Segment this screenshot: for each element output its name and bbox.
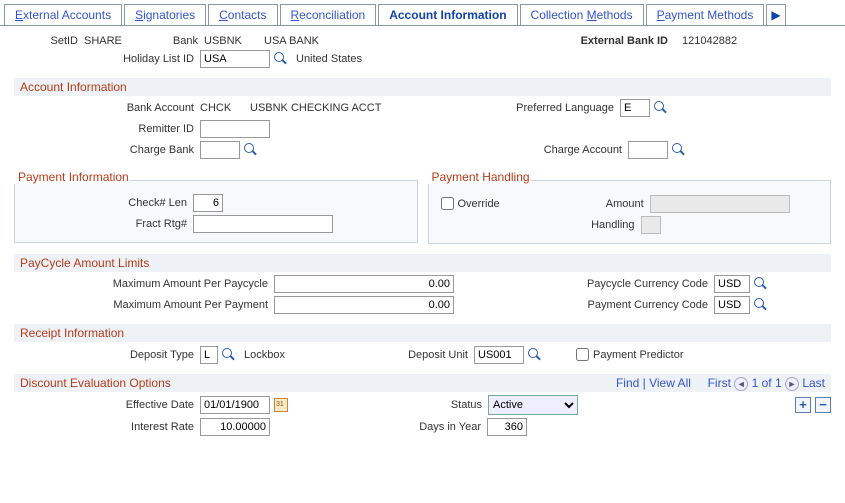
group-payment-information-title: Payment Information [14, 170, 129, 184]
section-receipt-information: Receipt Information [14, 324, 831, 342]
status-select[interactable]: Active [488, 395, 578, 415]
charge-bank-label: Charge Bank [14, 144, 200, 156]
setid-value: SHARE [84, 35, 164, 47]
find-link[interactable]: Find [616, 376, 639, 390]
group-payment-information: Check# Len Fract Rtg# [14, 180, 418, 243]
view-all-link[interactable]: View All [649, 376, 691, 390]
tab-account-information[interactable]: Account Information [378, 4, 517, 25]
remitter-id-input[interactable] [200, 120, 270, 138]
paycycle-currency-label: Paycycle Currency Code [454, 278, 714, 290]
tab-scroll-right-icon[interactable]: ▶ [766, 4, 785, 25]
payment-currency-label: Payment Currency Code [454, 299, 714, 311]
holiday-list-id-lookup-icon[interactable] [274, 52, 288, 66]
interest-rate-label: Interest Rate [14, 421, 200, 433]
preferred-language-input[interactable] [620, 99, 650, 117]
handling-label: Handling [437, 219, 641, 231]
override-checkbox[interactable] [441, 197, 454, 210]
tab-strip: External Accounts Signatories Contacts R… [0, 0, 845, 26]
holiday-list-id-input[interactable] [200, 50, 270, 68]
deposit-unit-label: Deposit Unit [394, 349, 474, 361]
group-payment-handling: Override Amount Handling [428, 180, 832, 244]
prev-row-icon[interactable]: ◄ [734, 377, 748, 391]
remitter-id-label: Remitter ID [14, 123, 200, 135]
payment-currency-input[interactable] [714, 296, 750, 314]
days-in-year-input[interactable] [487, 418, 527, 436]
charge-account-label: Charge Account [258, 144, 628, 156]
effective-date-input[interactable] [200, 396, 270, 414]
section-discount-evaluation: Discount Evaluation Options Find | View … [14, 374, 831, 392]
external-bank-id-label: External Bank ID [464, 35, 674, 47]
deposit-type-desc: Lockbox [244, 349, 394, 361]
tab-contacts[interactable]: Contacts [208, 4, 277, 25]
discount-title-text: Discount Evaluation Options [20, 376, 171, 390]
bank-account-name: USBNK CHECKING ACCT [250, 102, 450, 114]
first-label: First [708, 376, 731, 390]
holiday-list-id-label: Holiday List ID [14, 53, 200, 65]
calendar-icon[interactable] [274, 398, 288, 412]
section-account-information: Account Information [14, 78, 831, 96]
deposit-unit-input[interactable] [474, 346, 524, 364]
tab-collection-methods[interactable]: Collection Methods [520, 4, 644, 25]
charge-bank-lookup-icon[interactable] [244, 143, 258, 157]
setid-label: SetID [14, 35, 84, 47]
payment-predictor-label: Payment Predictor [593, 349, 683, 361]
bank-code-value: USBNK [204, 35, 264, 47]
paycycle-currency-input[interactable] [714, 275, 750, 293]
charge-account-input[interactable] [628, 141, 668, 159]
deposit-unit-lookup-icon[interactable] [528, 348, 542, 362]
preferred-language-label: Preferred Language [450, 102, 620, 114]
nav-position: 1 of 1 [752, 376, 782, 390]
external-bank-id-value: 121042882 [674, 35, 737, 47]
charge-account-lookup-icon[interactable] [672, 143, 686, 157]
bank-name-value: USA BANK [264, 35, 464, 47]
days-in-year-label: Days in Year [270, 421, 487, 433]
deposit-type-lookup-icon[interactable] [222, 348, 236, 362]
check-len-label: Check# Len [23, 197, 193, 209]
amount-label: Amount [500, 198, 650, 210]
max-per-payment-input[interactable] [274, 296, 454, 314]
check-len-input[interactable] [193, 194, 223, 212]
group-payment-handling-title: Payment Handling [428, 170, 530, 184]
amount-readonly [650, 195, 790, 213]
tab-payment-methods[interactable]: Payment Methods [646, 4, 765, 25]
bank-label: Bank [164, 35, 204, 47]
bank-account-label: Bank Account [14, 102, 200, 114]
max-per-paycycle-input[interactable] [274, 275, 454, 293]
override-label: Override [458, 198, 500, 210]
handling-readonly [641, 216, 661, 234]
deposit-type-label: Deposit Type [14, 349, 200, 361]
payment-currency-lookup-icon[interactable] [754, 298, 768, 312]
next-row-icon[interactable]: ► [785, 377, 799, 391]
max-per-payment-label: Maximum Amount Per Payment [14, 299, 274, 311]
deposit-type-input[interactable] [200, 346, 218, 364]
effective-date-label: Effective Date [14, 399, 200, 411]
preferred-language-lookup-icon[interactable] [654, 101, 668, 115]
bank-account-code: CHCK [200, 102, 250, 114]
status-label: Status [288, 399, 488, 411]
payment-predictor-checkbox[interactable] [576, 348, 589, 361]
max-per-paycycle-label: Maximum Amount Per Paycycle [14, 278, 274, 290]
interest-rate-input[interactable] [200, 418, 270, 436]
delete-row-button[interactable]: − [815, 397, 831, 413]
add-row-button[interactable]: + [795, 397, 811, 413]
paycycle-currency-lookup-icon[interactable] [754, 277, 768, 291]
last-label: Last [802, 376, 825, 390]
holiday-list-id-desc: United States [296, 53, 362, 65]
tab-signatories[interactable]: Signatories [124, 4, 206, 25]
charge-bank-input[interactable] [200, 141, 240, 159]
fract-rtg-input[interactable] [193, 215, 333, 233]
section-paycycle-limits: PayCycle Amount Limits [14, 254, 831, 272]
fract-rtg-label: Fract Rtg# [23, 218, 193, 230]
tab-external-accounts[interactable]: External Accounts [4, 4, 122, 25]
tab-reconciliation[interactable]: Reconciliation [280, 4, 377, 25]
